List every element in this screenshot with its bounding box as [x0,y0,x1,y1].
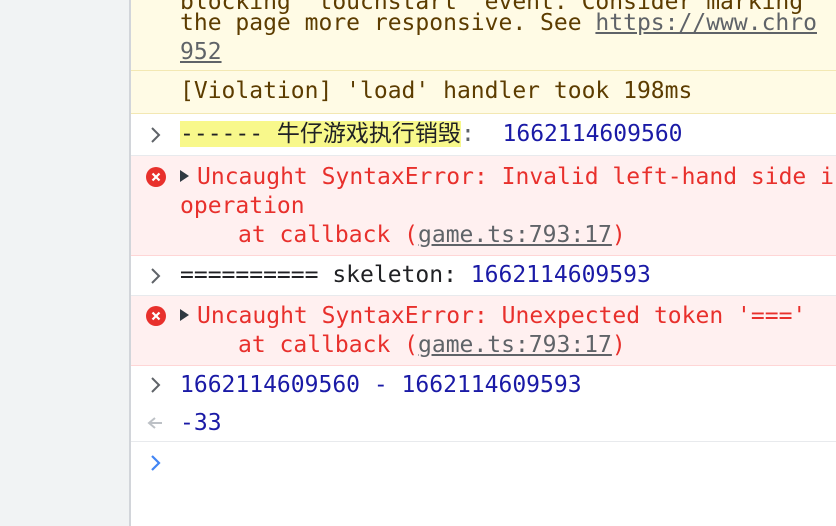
console-prompt[interactable] [131,442,836,526]
error-stack-line: at callback (game.ts:793:17) [238,221,626,250]
console-error-message: Uncaught SyntaxError: Invalid left-hand … [131,156,836,256]
error-message-line: Uncaught SyntaxError: Unexpected token '… [180,302,806,331]
stack-close-paren: ) [611,222,626,248]
console-panel: blocking 'touchstart' event. Consider ma… [131,0,836,526]
error-message-line: Uncaught SyntaxError: Invalid left-hand … [180,163,836,192]
console-log-row[interactable]: ========== skeleton: 1662114609593 [131,256,836,296]
log-number-value: 1662114609560 [502,121,683,147]
log-line: ------ 牛仔游戏执行销毁: 1662114609560 [180,120,683,149]
chevron-right-icon[interactable] [148,266,164,286]
chevron-right-icon [151,377,161,393]
log-separator: : [460,121,475,147]
log-number-value: 1662114609593 [470,262,651,288]
expand-triangle-icon[interactable] [180,309,189,321]
sidebar-panel [0,0,131,526]
chevron-right-icon[interactable] [148,125,164,145]
stack-at-text: at callback ( [238,332,419,358]
console-warning-message: blocking 'touchstart' event. Consider ma… [131,0,836,71]
expand-triangle-icon[interactable] [180,170,189,182]
prompt-chevron-icon [151,455,161,471]
error-circle-icon [146,167,166,187]
log-label: ========== skeleton: [180,262,471,288]
error-message-text: Uncaught SyntaxError: Unexpected token '… [197,303,807,329]
stack-source-link[interactable]: game.ts:793:17 [418,332,612,358]
log-spacer [475,121,503,147]
error-message-text: Uncaught SyntaxError: Invalid left-hand … [197,164,836,190]
log-line: ========== skeleton: 1662114609593 [180,261,651,290]
warning-line-2: the page more responsive. See https://ww… [180,9,817,38]
error-message-continued: operation [180,193,305,219]
result-arrow-icon [147,417,162,429]
log-label-highlight: ------ 牛仔游戏执行销毁 [180,121,461,147]
console-error-message: Uncaught SyntaxError: Unexpected token '… [131,296,836,366]
warning-source-link[interactable]: 952 [180,38,222,67]
warning-docs-link[interactable]: https://www.chro [595,10,817,36]
devtools-console-window: blocking 'touchstart' event. Consider ma… [0,0,836,526]
error-circle-icon [146,306,166,326]
console-input-row[interactable]: 1662114609560 - 1662114609593 [131,366,836,404]
console-log-row[interactable]: ------ 牛仔游戏执行销毁: 1662114609560 [131,114,836,156]
warning-line-2-text: the page more responsive. See [180,10,596,36]
input-expression: 1662114609560 - 1662114609593 [180,372,582,398]
error-stack-line: at callback (game.ts:793:17) [238,331,626,360]
stack-at-text: at callback ( [238,222,419,248]
violation-text: [Violation] 'load' handler took 198ms [180,78,693,104]
result-value: -33 [180,410,222,436]
stack-source-link[interactable]: game.ts:793:17 [418,222,612,248]
stack-close-paren: ) [611,332,626,358]
console-violation-message: [Violation] 'load' handler took 198ms [131,71,836,114]
console-result-row: -33 [131,404,836,442]
